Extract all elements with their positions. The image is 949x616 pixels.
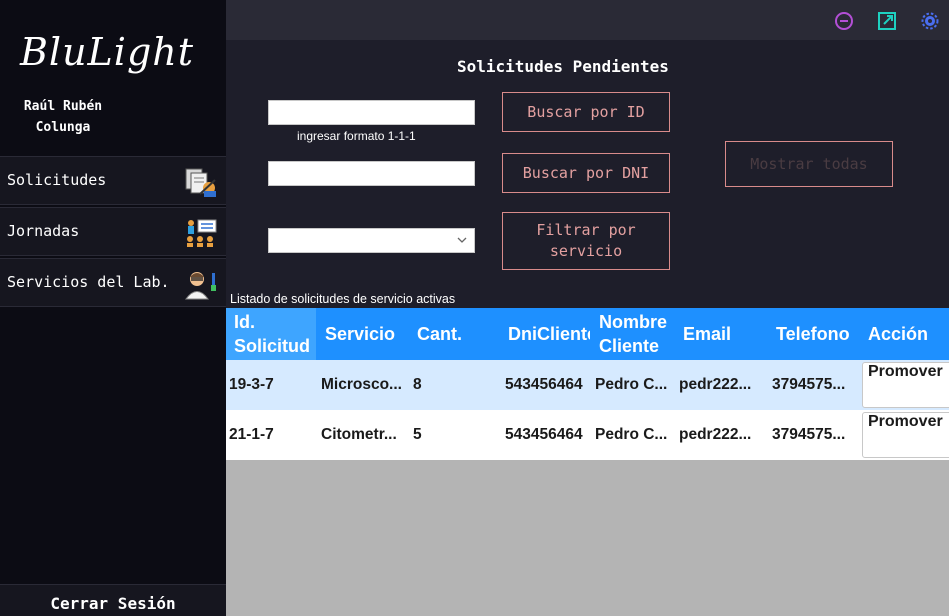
sidebar-item-label: Jornadas: [7, 222, 80, 240]
promote-button[interactable]: Promover: [862, 362, 949, 408]
topbar: [226, 0, 949, 40]
logout-button[interactable]: Cerrar Sesión: [0, 584, 226, 616]
dni-search-input[interactable]: [268, 161, 475, 186]
sidebar: BluLight Raúl Rubén Colunga Solicitudes …: [0, 0, 226, 616]
cell-cant: 5: [413, 426, 422, 443]
sidebar-item-servicios[interactable]: Servicios del Lab.: [0, 258, 226, 307]
cell-nombre: Pedro C...: [595, 376, 668, 393]
sidebar-item-jornadas[interactable]: Jornadas: [0, 207, 226, 256]
requests-table: Id. Solicitud Servicio Cant. DniCliente …: [226, 308, 949, 616]
settings-icon[interactable]: [920, 11, 940, 31]
column-header-accion[interactable]: Acción: [868, 308, 949, 360]
main-content: Solicitudes Pendientes ingresar formato …: [226, 40, 949, 616]
search-id-button[interactable]: Buscar por ID: [502, 92, 670, 132]
minimize-icon[interactable]: [834, 11, 854, 31]
table-header: Id. Solicitud Servicio Cant. DniCliente …: [226, 308, 949, 360]
show-all-button[interactable]: Mostrar todas: [725, 141, 893, 187]
column-header-nombre[interactable]: Nombre Cliente: [599, 308, 675, 360]
list-label: Listado de solicitudes de servicio activ…: [230, 292, 456, 306]
app-logo: BluLight: [20, 30, 195, 74]
cell-nombre: Pedro C...: [595, 426, 668, 443]
documents-icon: [185, 168, 216, 197]
cell-cant: 8: [413, 376, 422, 393]
sidebar-item-label: Solicitudes: [7, 171, 107, 189]
cell-email: pedr222...: [679, 426, 752, 443]
cell-telefono: 3794575...: [772, 376, 846, 393]
sidebar-item-solicitudes[interactable]: Solicitudes: [0, 156, 226, 205]
search-dni-button[interactable]: Buscar por DNI: [502, 153, 670, 193]
column-header-email[interactable]: Email: [683, 308, 753, 360]
column-header-id[interactable]: Id. Solicitud: [226, 308, 316, 360]
cell-id: 21-1-7: [229, 426, 274, 443]
user-name: Raúl Rubén Colunga: [23, 99, 103, 135]
cell-dni: 543456464: [505, 376, 583, 393]
chevron-down-icon: [457, 237, 467, 243]
cell-servicio: Citometr...: [321, 426, 397, 443]
filter-service-button[interactable]: Filtrar por servicio: [502, 212, 670, 270]
cell-servicio: Microsco...: [321, 376, 402, 393]
external-link-icon[interactable]: [877, 11, 897, 31]
cell-telefono: 3794575...: [772, 426, 846, 443]
presentation-icon: [187, 219, 217, 247]
column-header-dnicliente[interactable]: DniCliente: [508, 308, 590, 360]
sidebar-item-label: Servicios del Lab.: [7, 273, 170, 291]
id-format-hint: ingresar formato 1-1-1: [297, 129, 416, 143]
promote-button[interactable]: Promover: [862, 412, 949, 458]
scientist-icon: [185, 272, 216, 300]
id-search-input[interactable]: [268, 100, 475, 125]
column-header-servicio[interactable]: Servicio: [325, 308, 405, 360]
table-row[interactable]: 19-3-7 Microsco... 8 543456464 Pedro C..…: [226, 360, 949, 410]
service-select[interactable]: [268, 228, 475, 253]
cell-id: 19-3-7: [229, 376, 274, 393]
page-title: Solicitudes Pendientes: [457, 57, 669, 76]
column-header-cant[interactable]: Cant.: [417, 308, 477, 360]
column-header-telefono[interactable]: Telefono: [776, 308, 860, 360]
cell-email: pedr222...: [679, 376, 752, 393]
cell-dni: 543456464: [505, 426, 583, 443]
table-row[interactable]: 21-1-7 Citometr... 5 543456464 Pedro C..…: [226, 410, 949, 460]
